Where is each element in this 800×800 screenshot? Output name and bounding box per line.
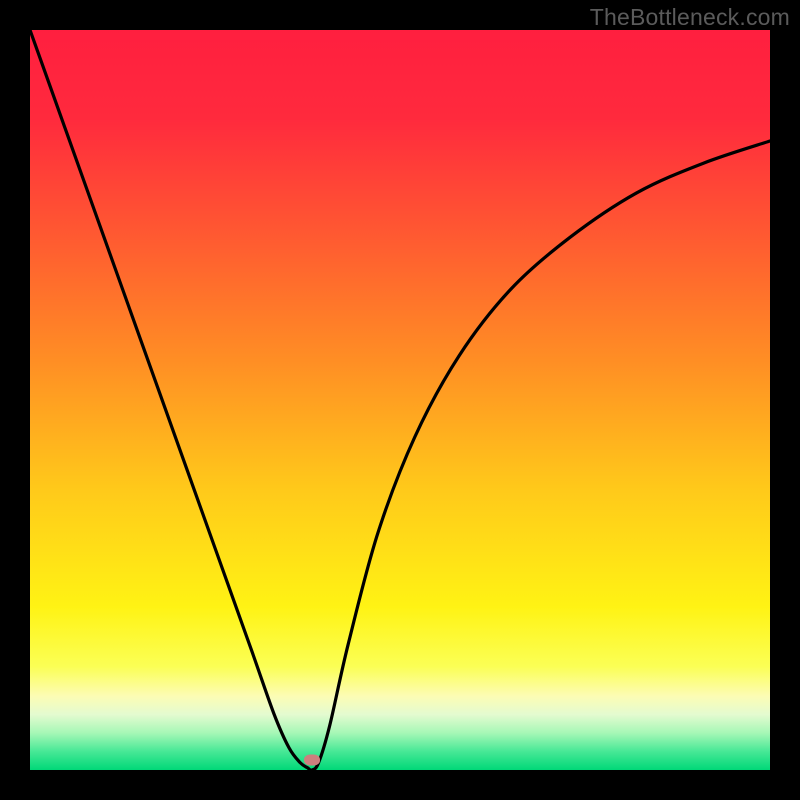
optimal-marker <box>304 755 320 766</box>
watermark-label: TheBottleneck.com <box>590 4 790 31</box>
bottleneck-curve <box>30 30 770 770</box>
chart-frame: TheBottleneck.com <box>0 0 800 800</box>
plot-area <box>30 30 770 770</box>
